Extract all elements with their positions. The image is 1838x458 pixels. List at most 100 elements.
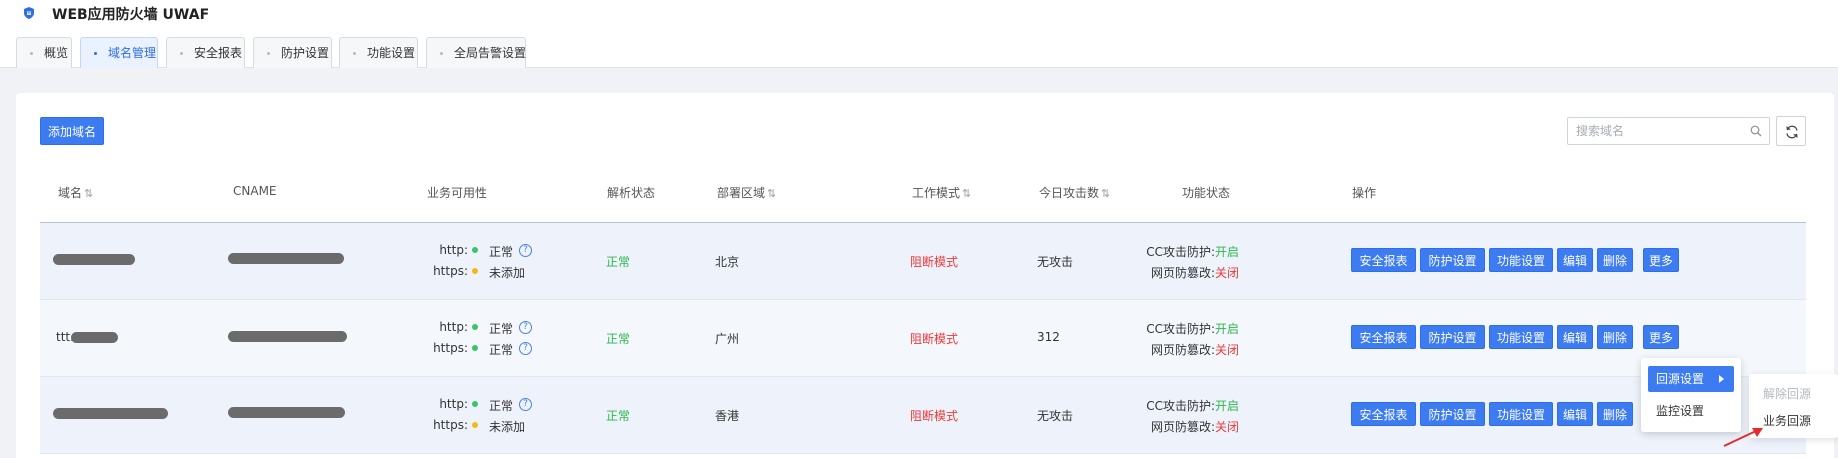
column-header-region[interactable]: 部署区域 ⇅ <box>717 184 776 201</box>
security-report-button[interactable]: 安全报表 <box>1351 248 1416 272</box>
tab-bullet <box>94 52 97 55</box>
help-icon[interactable]: ? <box>519 342 532 355</box>
tab-bullet <box>267 52 270 55</box>
column-header-actions: 操作 <box>1352 186 1377 200</box>
header-label: 域名 <box>58 186 83 200</box>
cc-value: 开启 <box>1215 245 1240 259</box>
https-label: https: <box>433 341 468 355</box>
table-row: ttt. http: 正常 ? https: 正常 ? 正常 广州 阻断模式 3… <box>40 300 1806 377</box>
cc-label: CC攻击防护: <box>1146 399 1215 413</box>
resolve-status: 正常 <box>606 255 631 269</box>
edit-button[interactable]: 编辑 <box>1557 325 1593 349</box>
edit-button[interactable]: 编辑 <box>1557 402 1593 426</box>
delete-button[interactable]: 删除 <box>1597 248 1633 272</box>
table-row: http: 正常 ? https: 未添加 正常 北京 阻断模式 无攻击 CC攻… <box>40 223 1806 300</box>
tab-label: 域名管理 <box>108 46 157 60</box>
security-report-button[interactable]: 安全报表 <box>1351 402 1416 426</box>
tamper-value: 关闭 <box>1215 343 1240 357</box>
tab-domain-management[interactable]: 域名管理 <box>80 37 158 68</box>
tab-global-alert-settings[interactable]: 全局告警设置 <box>426 37 526 68</box>
status-dot <box>472 345 478 351</box>
sort-icon: ⇅ <box>962 187 972 200</box>
refresh-button[interactable] <box>1776 116 1806 146</box>
help-icon[interactable]: ? <box>519 321 532 334</box>
header-label: 部署区域 <box>717 186 766 200</box>
annotation-arrow-icon <box>1723 428 1763 447</box>
work-mode: 阻断模式 <box>910 409 959 423</box>
tab-overview[interactable]: 概览 <box>16 37 72 68</box>
help-icon[interactable]: ? <box>519 398 532 411</box>
attack-count: 无攻击 <box>1037 255 1074 269</box>
tab-function-settings[interactable]: 功能设置 <box>339 37 418 68</box>
menu-item-label: 回源设置 <box>1656 372 1705 386</box>
status-dot <box>472 247 478 253</box>
protection-settings-button[interactable]: 防护设置 <box>1420 248 1485 272</box>
http-label: http: <box>439 320 468 334</box>
https-label: https: <box>433 418 468 432</box>
region: 广州 <box>715 332 740 346</box>
search-icon[interactable] <box>1750 125 1762 137</box>
header-label: 今日攻击数 <box>1039 186 1100 200</box>
attack-count: 312 <box>1037 330 1060 344</box>
edit-button[interactable]: 编辑 <box>1557 248 1593 272</box>
tab-protection-settings[interactable]: 防护设置 <box>253 37 332 68</box>
cc-value: 开启 <box>1215 399 1240 413</box>
column-header-function-status: 功能状态 <box>1182 186 1231 200</box>
tamper-label: 网页防篡改: <box>1150 420 1215 434</box>
tab-bullet <box>180 52 183 55</box>
add-domain-button[interactable]: 添加域名 <box>40 117 104 145</box>
delete-button[interactable]: 删除 <box>1597 402 1633 426</box>
search-box <box>1567 117 1770 145</box>
column-header-work-mode[interactable]: 工作模式 ⇅ <box>912 184 971 201</box>
tab-label: 概览 <box>44 46 69 60</box>
function-settings-button[interactable]: 功能设置 <box>1489 402 1553 426</box>
redacted-cname <box>228 331 347 342</box>
status-dot <box>472 401 478 407</box>
https-label: https: <box>433 264 468 278</box>
submenu-item-business-origin[interactable]: 业务回源 <box>1763 412 1811 429</box>
sort-icon: ⇅ <box>1101 187 1111 200</box>
tab-bullet <box>353 52 356 55</box>
protection-settings-button[interactable]: 防护设置 <box>1420 402 1485 426</box>
tamper-label: 网页防篡改: <box>1150 343 1215 357</box>
table-row: http: 正常 ? https: 未添加 正常 香港 阻断模式 无攻击 CC攻… <box>40 377 1806 454</box>
submenu-item-remove-origin: 解除回源 <box>1763 387 1812 401</box>
tab-security-report[interactable]: 安全报表 <box>166 37 245 68</box>
function-settings-button[interactable]: 功能设置 <box>1489 325 1553 349</box>
column-header-resolve-status: 解析状态 <box>607 186 656 200</box>
tab-label: 功能设置 <box>367 46 416 60</box>
more-button[interactable]: 更多 <box>1643 325 1679 349</box>
tamper-label: 网页防篡改: <box>1150 266 1215 280</box>
tab-bullet <box>440 52 443 55</box>
resolve-status: 正常 <box>606 332 631 346</box>
column-header-cname: CNAME <box>233 184 277 198</box>
status-dot <box>472 324 478 330</box>
region: 香港 <box>715 409 740 423</box>
https-status: 未添加 <box>489 420 526 434</box>
redacted-domain <box>71 332 118 343</box>
status-dot <box>472 422 478 428</box>
top-bar: WEB应用防火墙 UWAF 概览 域名管理 安全报表 防护设置 功能设置 全局告… <box>0 0 1838 68</box>
menu-item-origin-settings[interactable]: 回源设置 <box>1648 366 1734 392</box>
http-label: http: <box>439 243 468 257</box>
http-status: 正常 <box>489 322 514 336</box>
refresh-icon <box>1786 125 1798 139</box>
shield-icon <box>24 7 34 19</box>
delete-button[interactable]: 删除 <box>1597 325 1633 349</box>
tab-label: 防护设置 <box>281 46 330 60</box>
menu-item-monitor-settings[interactable]: 监控设置 <box>1656 402 1704 419</box>
status-dot <box>472 268 478 274</box>
redacted-cname <box>228 407 345 418</box>
function-settings-button[interactable]: 功能设置 <box>1489 248 1553 272</box>
redacted-domain <box>53 254 135 265</box>
security-report-button[interactable]: 安全报表 <box>1351 325 1416 349</box>
tamper-value: 关闭 <box>1215 266 1240 280</box>
protection-settings-button[interactable]: 防护设置 <box>1420 325 1485 349</box>
column-header-attacks[interactable]: 今日攻击数 ⇅ <box>1039 184 1110 201</box>
search-input[interactable] <box>1576 122 1746 140</box>
column-header-domain[interactable]: 域名 ⇅ <box>58 184 93 201</box>
resolve-status: 正常 <box>606 409 631 423</box>
help-icon[interactable]: ? <box>519 244 532 257</box>
more-button[interactable]: 更多 <box>1643 248 1679 272</box>
redacted-cname <box>228 253 344 264</box>
